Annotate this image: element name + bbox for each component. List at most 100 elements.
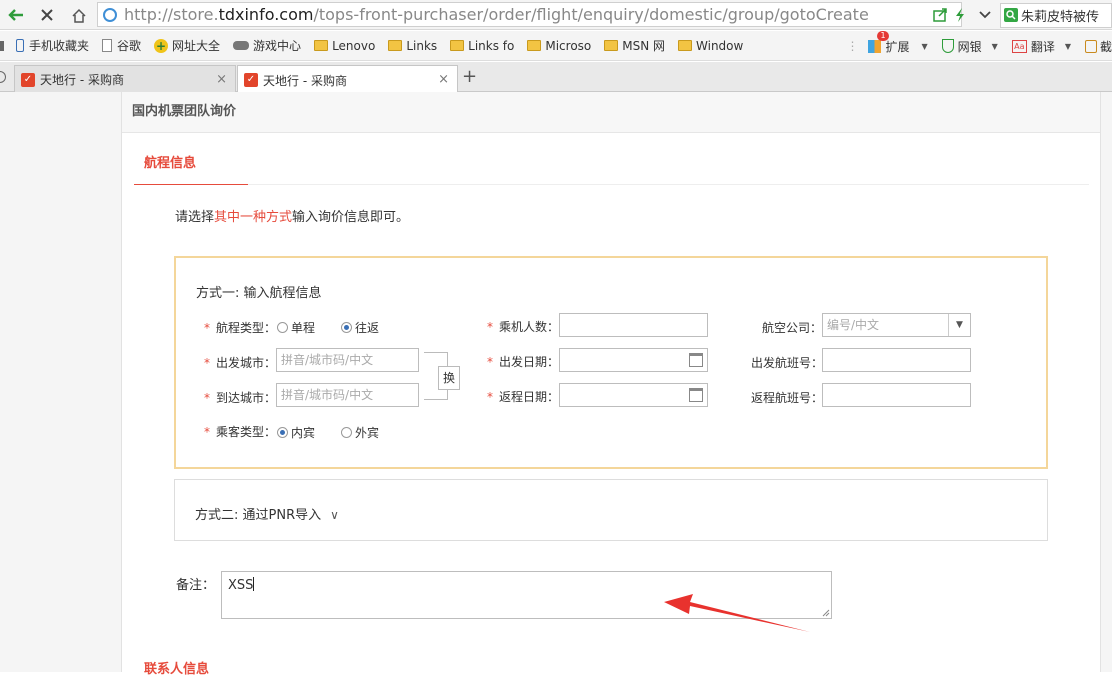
swap-cities-button[interactable]: 换 xyxy=(438,366,460,390)
chevron-down-icon: ▼ xyxy=(991,41,998,51)
method1-title: 方式一: 输入航程信息 xyxy=(196,286,322,301)
bookmark-hao[interactable]: + 网址大全 xyxy=(154,37,220,54)
bookmark-label: MSN 网 xyxy=(622,39,666,53)
tab-item[interactable]: ✓ 天地行 - 采购商 × xyxy=(14,65,236,93)
arrive-city-input[interactable]: 拼音/城市码/中文 xyxy=(276,383,419,407)
radio-icon xyxy=(277,322,288,333)
extensions-button[interactable]: 扩展 1 ▼ xyxy=(868,30,928,55)
folder-icon xyxy=(388,40,403,51)
tab-bar: ✓ 天地行 - 采购商 × ✓ 天地行 - 采购商 × + xyxy=(0,62,1112,94)
calendar-icon[interactable] xyxy=(689,353,703,367)
site-icon xyxy=(103,7,117,22)
notification-badge: 1 xyxy=(877,30,889,41)
bookmark-label: 网址大全 xyxy=(172,39,221,53)
translate-icon: Aa xyxy=(1011,39,1027,53)
url-field[interactable]: http://store.tdxinfo.com/tops-front-purc… xyxy=(97,2,962,27)
tab-item-active[interactable]: ✓ 天地行 - 采购商 × xyxy=(237,65,458,94)
screenshot-label: 截 xyxy=(1099,39,1112,54)
bookmarks-edge xyxy=(0,40,4,51)
folder-icon xyxy=(678,40,693,51)
back-button[interactable] xyxy=(4,3,28,27)
depart-date-input[interactable] xyxy=(559,348,708,372)
contact-section-heading: 联系人信息 xyxy=(144,662,210,677)
scissors-icon xyxy=(1084,39,1097,53)
translate-button[interactable]: Aa 翻译 ▼ xyxy=(1011,38,1071,55)
method2-box[interactable]: 方式二: 通过PNR导入 ∨ xyxy=(174,479,1048,541)
method2-title: 方式二: 通过PNR导入 ∨ xyxy=(195,508,339,523)
gamepad-icon xyxy=(233,41,250,50)
bookmark-mobile[interactable]: 手机收藏夹 xyxy=(16,37,89,54)
extensions-label: 扩展 xyxy=(885,39,910,54)
resize-handle-icon[interactable] xyxy=(822,609,830,617)
passenger-type-label: * 乘客类型： xyxy=(204,425,277,439)
bookmark-folder[interactable]: MSN 网 xyxy=(604,37,665,54)
chevron-down-icon[interactable] xyxy=(978,10,992,20)
home-button[interactable] xyxy=(67,3,91,27)
bookmark-folder[interactable]: Links fo xyxy=(450,39,514,53)
chevron-down-icon: ▼ xyxy=(1064,41,1071,51)
bookmark-folder[interactable]: Window xyxy=(678,39,743,53)
lightning-icon[interactable] xyxy=(954,7,966,23)
search-box[interactable]: 朱莉皮特被传 xyxy=(1000,2,1112,28)
notes-textarea[interactable]: XSS xyxy=(221,571,832,619)
online-bank-button[interactable]: 网银 ▼ xyxy=(941,38,998,55)
radio-checked-icon xyxy=(277,427,288,438)
bookmark-label: Window xyxy=(696,38,744,53)
bookmark-folder[interactable]: Lenovo xyxy=(314,39,375,53)
folder-icon xyxy=(314,40,329,51)
folder-icon xyxy=(450,40,465,51)
bookmark-label: Links fo xyxy=(468,38,515,53)
screenshot-button[interactable]: 截 xyxy=(1084,38,1112,55)
tab-scroll-icon[interactable] xyxy=(0,71,6,83)
depart-flight-input[interactable] xyxy=(822,348,971,372)
depart-city-label: * 出发城市： xyxy=(204,356,277,370)
tab-close-icon[interactable]: × xyxy=(216,72,227,87)
site-logo-icon: ✓ xyxy=(244,73,258,87)
bookmark-folder[interactable]: Microso xyxy=(527,39,591,53)
return-date-input[interactable] xyxy=(559,383,708,407)
phone-icon xyxy=(16,39,24,52)
folder-icon xyxy=(604,40,619,51)
new-tab-button[interactable]: + xyxy=(462,66,477,87)
tab-itinerary[interactable]: 航程信息 xyxy=(134,144,248,185)
bookmark-folder[interactable]: Links xyxy=(388,39,437,53)
passenger-domestic-radio[interactable]: 内宾 xyxy=(277,424,315,441)
page-title: 国内机票团队询价 xyxy=(122,92,1100,133)
shield-icon xyxy=(941,39,954,53)
depart-flight-label: 出发航班号： xyxy=(751,356,824,370)
passengers-input[interactable] xyxy=(559,313,708,337)
bookmark-games[interactable]: 游戏中心 xyxy=(233,37,301,54)
tab-title: 天地行 - 采购商 xyxy=(263,73,347,88)
url-text: http://store.tdxinfo.com/tops-front-purc… xyxy=(124,5,869,24)
extensions-area: ⋮ 扩展 1 ▼ 网银 ▼ Aa 翻译 ▼ 截 xyxy=(846,30,1112,61)
home-icon xyxy=(72,8,86,23)
back-arrow-icon xyxy=(8,9,23,21)
passengers-label: * 乘机人数： xyxy=(487,320,560,334)
return-flight-input[interactable] xyxy=(822,383,971,407)
tab-close-icon[interactable]: × xyxy=(438,72,449,87)
airline-select[interactable]: 编号/中文 ▼ xyxy=(822,313,971,337)
depart-city-input[interactable]: 拼音/城市码/中文 xyxy=(276,348,419,372)
bookmark-label: Lenovo xyxy=(332,38,376,53)
bookmark-label: Links xyxy=(406,38,438,53)
close-icon xyxy=(41,9,53,21)
grid-icon xyxy=(868,39,882,53)
bookmark-label: 谷歌 xyxy=(117,39,142,53)
notes-value: XSS xyxy=(228,578,254,593)
plus-icon: + xyxy=(154,38,169,53)
calendar-icon[interactable] xyxy=(689,388,703,402)
chevron-down-icon[interactable]: ▼ xyxy=(948,314,970,336)
passenger-foreign-radio[interactable]: 外宾 xyxy=(341,424,379,441)
bookmark-google[interactable]: 谷歌 xyxy=(102,37,141,54)
trip-one-way-radio[interactable]: 单程 xyxy=(277,319,315,336)
radio-icon xyxy=(341,427,352,438)
return-date-label: * 返程日期： xyxy=(487,390,560,404)
section-divider xyxy=(134,184,1089,185)
method1-box: 方式一: 输入航程信息 * 航程类型： 单程 往返 * 乘机人数： 航空公司： 编号… xyxy=(174,256,1048,469)
stop-button[interactable] xyxy=(35,3,59,27)
tab-title: 天地行 - 采购商 xyxy=(40,73,124,87)
page-body: 国内机票团队询价 航程信息 请选择其中一种方式输入询价信息即可。 方式一: 输入… xyxy=(0,92,1112,677)
airline-label: 航空公司： xyxy=(762,321,823,335)
share-icon[interactable] xyxy=(932,7,948,23)
trip-round-radio[interactable]: 往返 xyxy=(341,319,379,336)
